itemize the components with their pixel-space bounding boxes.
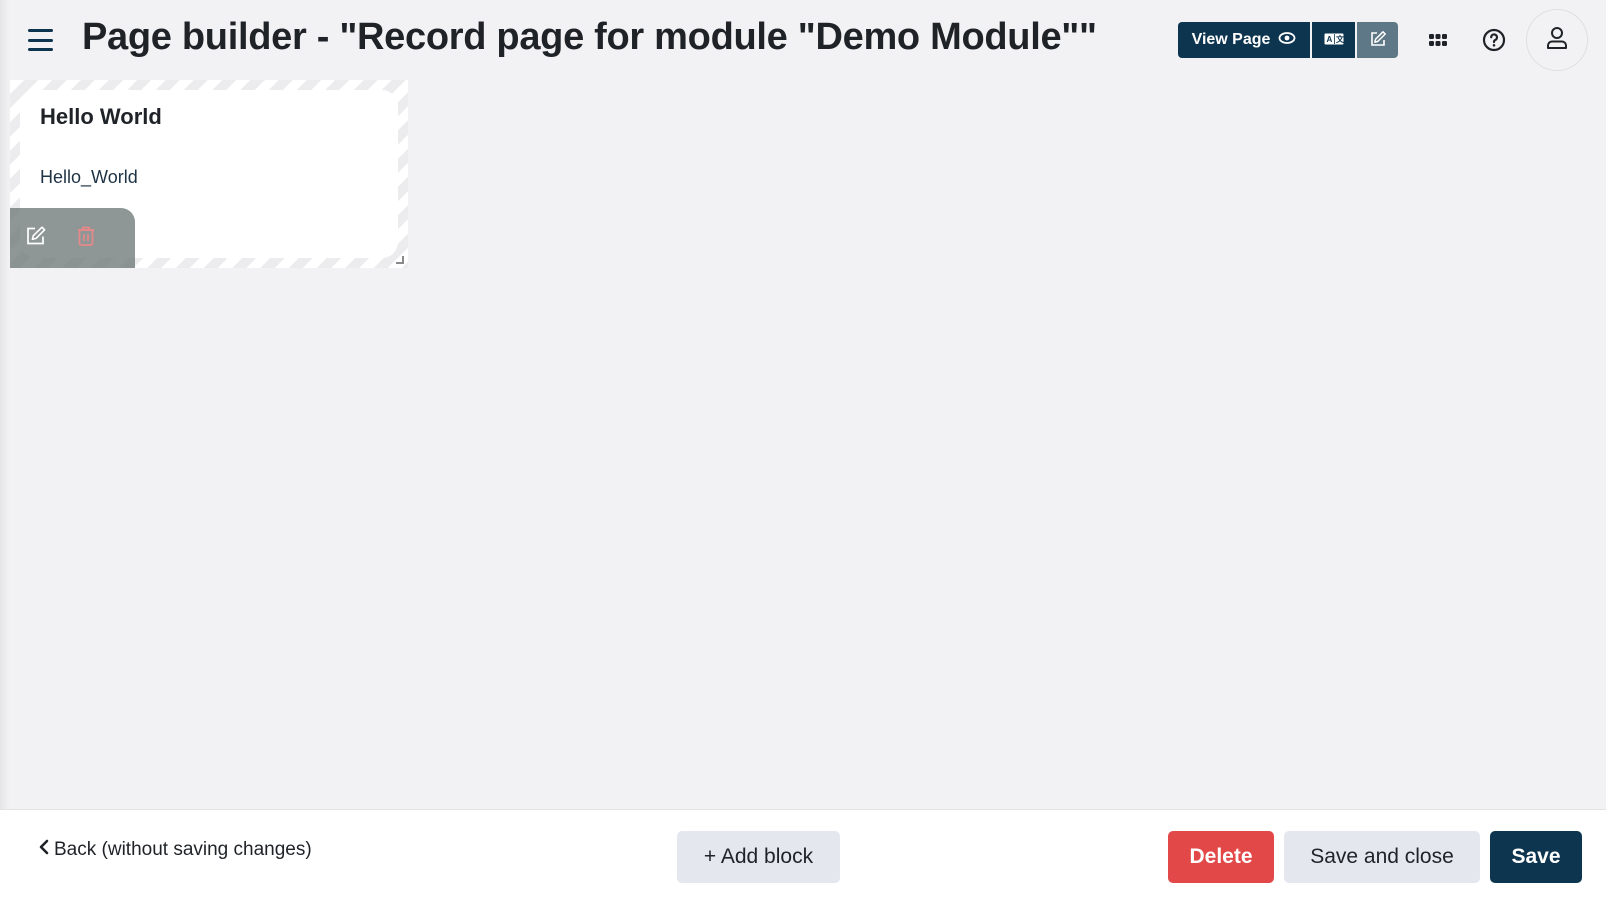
delete-block-button[interactable] — [74, 226, 98, 250]
svg-text:A: A — [1326, 35, 1332, 44]
block-toolbar — [10, 208, 135, 268]
translate-icon: A文 — [1324, 33, 1345, 48]
edit-block-button[interactable] — [24, 225, 48, 252]
hamburger-icon[interactable] — [28, 29, 53, 51]
user-icon — [1546, 26, 1568, 55]
view-page-label: View Page — [1191, 31, 1271, 48]
page-header: Page builder - "Record page for module "… — [0, 0, 1606, 80]
block-resize-handle[interactable] — [396, 256, 404, 264]
block-content: Hello_World — [40, 167, 138, 187]
user-profile-button[interactable] — [1526, 9, 1588, 71]
trash-icon — [76, 225, 96, 252]
save-and-close-button[interactable]: Save and close — [1284, 831, 1480, 883]
back-label: Back (without saving changes) — [54, 839, 312, 860]
help-circle-icon[interactable] — [1482, 28, 1506, 52]
edit-mode-button[interactable] — [1357, 22, 1398, 58]
page-title: Page builder - "Record page for module "… — [82, 16, 1097, 58]
eye-icon — [1278, 31, 1296, 50]
view-mode-button-group: View Page A文 — [1178, 22, 1398, 58]
block-title: Hello World — [40, 104, 162, 129]
chevron-left-icon — [38, 839, 50, 861]
delete-button[interactable]: Delete — [1168, 831, 1274, 883]
add-block-button[interactable]: + Add block — [677, 831, 840, 883]
svg-text:文: 文 — [1336, 34, 1344, 44]
back-link[interactable]: Back (without saving changes) — [38, 839, 312, 861]
view-page-button[interactable]: View Page — [1178, 22, 1310, 58]
apps-grid-icon[interactable] — [1428, 30, 1448, 50]
edit-icon — [1369, 30, 1387, 51]
sidebar-edge — [0, 0, 10, 810]
translate-button[interactable]: A文 — [1312, 22, 1355, 58]
page-footer: Back (without saving changes) + Add bloc… — [0, 809, 1606, 901]
save-button[interactable]: Save — [1490, 831, 1582, 883]
edit-icon — [25, 225, 47, 252]
